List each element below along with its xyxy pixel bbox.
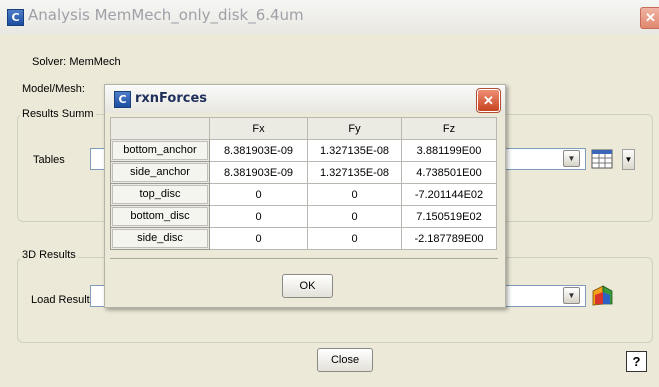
dialog-titlebar[interactable]: C rxnForces ✕ <box>105 85 505 113</box>
dialog-title: rxnForces <box>135 91 208 106</box>
main-close-button[interactable]: ✕ <box>640 7 659 29</box>
table-row[interactable]: side_anchor 8.381903E-09 1.327135E-08 4.… <box>110 161 497 184</box>
cell-fx[interactable]: 0 <box>209 183 308 206</box>
cell-fx[interactable]: 8.381903E-09 <box>209 161 308 184</box>
row-header: side_disc <box>110 227 210 250</box>
cell-fx[interactable]: 8.381903E-09 <box>209 139 308 162</box>
column-header-fy: Fy <box>307 117 402 140</box>
dialog-app-icon: C <box>114 91 131 108</box>
row-header: bottom_anchor <box>110 139 210 162</box>
help-icon[interactable]: ? <box>626 351 647 372</box>
row-header: top_disc <box>110 183 210 206</box>
cell-fy[interactable]: 1.327135E-08 <box>307 161 402 184</box>
column-header-fx: Fx <box>209 117 308 140</box>
forces-table: Fx Fy Fz bottom_anchor 8.381903E-09 1.32… <box>110 117 497 250</box>
cell-fy[interactable]: 0 <box>307 205 402 228</box>
close-button[interactable]: Close <box>317 348 373 372</box>
cell-fz[interactable]: 7.150519E02 <box>401 205 497 228</box>
solver-label: Solver: MemMech <box>32 56 121 68</box>
3d-result-icon[interactable] <box>590 283 614 307</box>
ok-button[interactable]: OK <box>282 274 333 298</box>
tables-dropdown-button[interactable]: ▼ <box>563 150 580 167</box>
main-titlebar[interactable]: C Analysis MemMech_only_disk_6.4um ✕ <box>0 0 659 34</box>
results-summary-title: Results Summ <box>20 108 96 120</box>
app-icon: C <box>7 9 24 26</box>
row-header: side_anchor <box>110 161 210 184</box>
cell-fy[interactable]: 0 <box>307 183 402 206</box>
model-mesh-label: Model/Mesh: <box>22 83 85 95</box>
table-row[interactable]: bottom_anchor 8.381903E-09 1.327135E-08 … <box>110 139 497 162</box>
row-header: bottom_disc <box>110 205 210 228</box>
cell-fz[interactable]: 4.738501E00 <box>401 161 497 184</box>
rxnforces-dialog: C rxnForces ✕ Fx Fy Fz bottom_anchor 8.3… <box>104 84 506 308</box>
cell-fy[interactable]: 1.327135E-08 <box>307 139 402 162</box>
tables-label: Tables <box>33 154 65 166</box>
results-3d-title: 3D Results <box>20 249 78 261</box>
main-window-title: Analysis MemMech_only_disk_6.4um <box>28 6 304 24</box>
cell-fy[interactable]: 0 <box>307 227 402 250</box>
cell-fx[interactable]: 0 <box>209 205 308 228</box>
table-row[interactable]: bottom_disc 0 0 7.150519E02 <box>110 205 497 228</box>
column-header-name <box>110 117 210 140</box>
dialog-divider <box>110 258 498 259</box>
table-row[interactable]: top_disc 0 0 -7.201144E02 <box>110 183 497 206</box>
column-header-fz: Fz <box>401 117 497 140</box>
load-result-label: Load Result <box>31 294 90 306</box>
table-row[interactable]: side_disc 0 0 -2.187789E00 <box>110 227 497 250</box>
cell-fx[interactable]: 0 <box>209 227 308 250</box>
table-header-row: Fx Fy Fz <box>110 117 497 140</box>
cell-fz[interactable]: -2.187789E00 <box>401 227 497 250</box>
cell-fz[interactable]: 3.881199E00 <box>401 139 497 162</box>
load-result-dropdown-button[interactable]: ▼ <box>563 287 580 304</box>
table-icon[interactable] <box>591 148 613 170</box>
solver-value: MemMech <box>69 56 121 68</box>
dialog-close-button[interactable]: ✕ <box>476 88 501 113</box>
table-menu-dropdown[interactable]: ▼ <box>622 149 635 170</box>
cell-fz[interactable]: -7.201144E02 <box>401 183 497 206</box>
